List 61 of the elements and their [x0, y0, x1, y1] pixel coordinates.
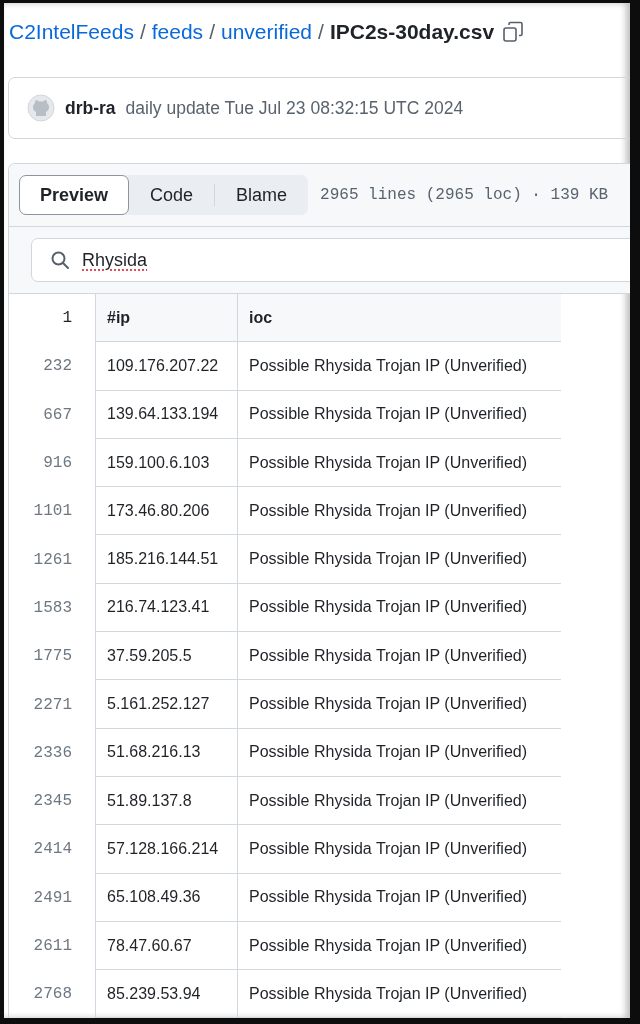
- table-cell: 85.239.53.94: [96, 970, 238, 1018]
- file-name: IPC2s-30day.csv: [329, 20, 495, 44]
- line-number: 1775: [9, 632, 96, 681]
- search-field[interactable]: Rhysida: [31, 238, 630, 282]
- copy-icon[interactable]: [502, 21, 525, 43]
- table-cell: Possible Rhysida Trojan IP (Unverified): [238, 825, 561, 874]
- line-number: 1583: [9, 583, 96, 633]
- table-cell: Possible Rhysida Trojan IP (Unverified): [238, 438, 561, 488]
- line-number: 2345: [9, 776, 96, 826]
- path-separator: /: [139, 20, 146, 44]
- breadcrumb-link[interactable]: unverified: [220, 20, 313, 44]
- table-cell: 5.161.252.127: [96, 680, 238, 729]
- avatar-icon: [27, 94, 55, 122]
- view-tab[interactable]: Code: [129, 175, 215, 215]
- table-cell: Possible Rhysida Trojan IP (Unverified): [238, 873, 561, 922]
- commit-message: daily update Tue Jul 23 08:32:15 UTC 2024: [125, 97, 464, 119]
- table-cell: 78.47.60.67: [96, 921, 238, 971]
- search-icon: [50, 250, 70, 270]
- line-number: 916: [9, 438, 96, 488]
- table-cell: Possible Rhysida Trojan IP (Unverified): [238, 680, 561, 729]
- path-separator: /: [318, 20, 324, 44]
- line-number: 667: [9, 390, 96, 439]
- table-cell: Possible Rhysida Trojan IP (Unverified): [238, 535, 561, 584]
- table-cell: Possible Rhysida Trojan IP (Unverified): [238, 970, 561, 1018]
- table-cell: 216.74.123.41: [96, 583, 238, 633]
- line-number: 2768: [9, 970, 96, 1018]
- table-cell: Possible Rhysida Trojan IP (Unverified): [238, 342, 561, 391]
- table-cell: Possible Rhysida Trojan IP (Unverified): [238, 390, 561, 439]
- table-cell: 109.176.207.22: [96, 342, 238, 391]
- commit-author[interactable]: drb-ra: [65, 97, 116, 119]
- line-number: 2491: [9, 873, 96, 922]
- table-cell: 65.108.49.36: [96, 873, 238, 922]
- table-cell: 185.216.144.51: [96, 535, 238, 584]
- table-cell: 51.89.137.8: [96, 776, 238, 826]
- table-cell: Possible Rhysida Trojan IP (Unverified): [238, 921, 561, 971]
- table-cell: Possible Rhysida Trojan IP (Unverified): [238, 583, 561, 633]
- table-cell: Possible Rhysida Trojan IP (Unverified): [238, 632, 561, 681]
- breadcrumb-link[interactable]: feeds: [151, 20, 204, 44]
- line-number: 232: [9, 342, 96, 391]
- line-number: 2271: [9, 680, 96, 729]
- table-cell: 37.59.205.5: [96, 632, 238, 681]
- table-cell: 173.46.80.206: [96, 487, 238, 536]
- column-header: ioc: [238, 294, 561, 343]
- view-tab[interactable]: Preview: [19, 175, 130, 215]
- line-number: 2611: [9, 921, 96, 971]
- line-number: 1101: [9, 487, 96, 536]
- table-cell: 51.68.216.13: [96, 728, 238, 777]
- table-cell: Possible Rhysida Trojan IP (Unverified): [238, 776, 561, 826]
- view-tab[interactable]: Blame: [215, 175, 309, 215]
- table-cell: Possible Rhysida Trojan IP (Unverified): [238, 487, 561, 536]
- table-cell: 139.64.133.194: [96, 390, 238, 439]
- table-cell: Possible Rhysida Trojan IP (Unverified): [238, 728, 561, 777]
- table-cell: 57.128.166.214: [96, 825, 238, 874]
- path-separator: /: [209, 20, 215, 44]
- line-number: 1261: [9, 535, 96, 584]
- breadcrumb-link[interactable]: C2IntelFeeds: [9, 20, 134, 44]
- column-header: #ip: [96, 294, 238, 343]
- file-stats: 2965 lines (2965 loc) · 139 KB: [320, 186, 609, 204]
- line-number: 2414: [9, 825, 96, 874]
- table-cell: 159.100.6.103: [96, 438, 238, 488]
- line-number: 2336: [9, 728, 96, 777]
